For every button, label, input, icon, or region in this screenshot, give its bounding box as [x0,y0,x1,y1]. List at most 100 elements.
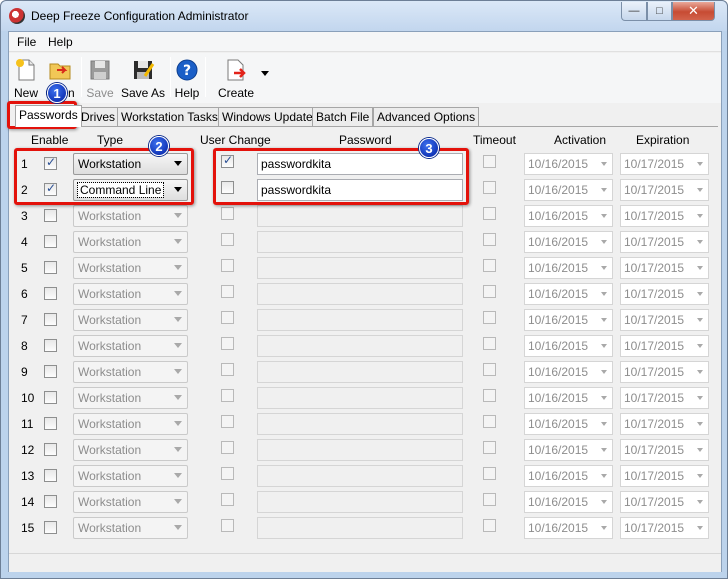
title-bar[interactable]: Deep Freeze Configuration Administrator … [1,1,727,31]
user-change-checkbox[interactable] [221,519,234,532]
type-dropdown[interactable]: Workstation [73,387,188,409]
timeout-checkbox[interactable] [483,337,496,350]
timeout-checkbox[interactable] [483,207,496,220]
password-field[interactable] [257,465,463,487]
expiration-date-picker[interactable]: 10/17/2015 [620,491,709,513]
activation-date-picker[interactable]: 10/16/2015 [524,439,613,461]
expiration-date-picker[interactable]: 10/17/2015 [620,465,709,487]
tab-windows-update[interactable]: Windows Update [218,107,317,126]
activation-date-picker[interactable]: 10/16/2015 [524,361,613,383]
password-field[interactable] [257,335,463,357]
user-change-checkbox[interactable] [221,259,234,272]
maximize-button[interactable]: □ [647,2,672,21]
activation-date-picker[interactable]: 10/16/2015 [524,205,613,227]
activation-date-picker[interactable]: 10/16/2015 [524,387,613,409]
type-dropdown[interactable]: Workstation [73,465,188,487]
password-field[interactable] [257,387,463,409]
type-dropdown[interactable]: Workstation [73,231,188,253]
user-change-checkbox[interactable] [221,363,234,376]
expiration-date-picker[interactable]: 10/17/2015 [620,335,709,357]
activation-date-picker[interactable]: 10/16/2015 [524,491,613,513]
save-button[interactable]: Save [85,56,115,100]
tab-advanced-options[interactable]: Advanced Options [373,107,480,126]
expiration-date-picker[interactable]: 10/17/2015 [620,309,709,331]
minimize-button[interactable]: — [621,2,647,21]
tab-batch-file[interactable]: Batch File [312,107,374,126]
type-dropdown[interactable]: Workstation [73,517,188,539]
user-change-checkbox[interactable] [221,285,234,298]
enable-checkbox[interactable] [44,261,57,274]
expiration-date-picker[interactable]: 10/17/2015 [620,361,709,383]
create-dropdown-arrow-icon[interactable] [261,71,269,76]
password-field[interactable] [257,491,463,513]
activation-date-picker[interactable]: 10/16/2015 [524,257,613,279]
enable-checkbox[interactable] [44,339,57,352]
activation-date-picker[interactable]: 10/16/2015 [524,335,613,357]
password-field[interactable] [257,439,463,461]
password-field[interactable] [257,231,463,253]
menu-help[interactable]: Help [48,35,73,49]
timeout-checkbox[interactable] [483,389,496,402]
user-change-checkbox[interactable] [221,337,234,350]
menu-file[interactable]: File [17,35,36,49]
activation-date-picker[interactable]: 10/16/2015 [524,153,613,175]
enable-checkbox[interactable] [44,417,57,430]
password-field[interactable] [257,517,463,539]
expiration-date-picker[interactable]: 10/17/2015 [620,205,709,227]
user-change-checkbox[interactable] [221,389,234,402]
user-change-checkbox[interactable] [221,493,234,506]
expiration-date-picker[interactable]: 10/17/2015 [620,283,709,305]
enable-checkbox[interactable] [44,521,57,534]
user-change-checkbox[interactable] [221,467,234,480]
type-dropdown[interactable]: Workstation [73,439,188,461]
expiration-date-picker[interactable]: 10/17/2015 [620,153,709,175]
password-field[interactable] [257,283,463,305]
new-button[interactable]: New [11,56,41,100]
password-field[interactable] [257,361,463,383]
enable-checkbox[interactable] [44,313,57,326]
user-change-checkbox[interactable] [221,415,234,428]
expiration-date-picker[interactable]: 10/17/2015 [620,231,709,253]
expiration-date-picker[interactable]: 10/17/2015 [620,439,709,461]
activation-date-picker[interactable]: 10/16/2015 [524,517,613,539]
password-field[interactable] [257,205,463,227]
tab-passwords[interactable]: Passwords [15,105,82,127]
expiration-date-picker[interactable]: 10/17/2015 [620,387,709,409]
timeout-checkbox[interactable] [483,519,496,532]
type-dropdown[interactable]: Workstation [73,283,188,305]
timeout-checkbox[interactable] [483,363,496,376]
type-dropdown[interactable]: Workstation [73,491,188,513]
tab-workstation-tasks[interactable]: Workstation Tasks [117,107,222,126]
create-button[interactable]: Create [217,56,255,100]
activation-date-picker[interactable]: 10/16/2015 [524,283,613,305]
expiration-date-picker[interactable]: 10/17/2015 [620,413,709,435]
user-change-checkbox[interactable] [221,233,234,246]
save-as-button[interactable]: Save As [120,56,166,100]
user-change-checkbox[interactable] [221,207,234,220]
user-change-checkbox[interactable] [221,441,234,454]
enable-checkbox[interactable] [44,391,57,404]
enable-checkbox[interactable] [44,235,57,248]
type-dropdown[interactable]: Workstation [73,413,188,435]
password-field[interactable] [257,413,463,435]
tab-drives[interactable]: Drives [77,107,120,126]
enable-checkbox[interactable] [44,209,57,222]
activation-date-picker[interactable]: 10/16/2015 [524,179,613,201]
timeout-checkbox[interactable] [483,311,496,324]
timeout-checkbox[interactable] [483,467,496,480]
activation-date-picker[interactable]: 10/16/2015 [524,231,613,253]
timeout-checkbox[interactable] [483,233,496,246]
timeout-checkbox[interactable] [483,415,496,428]
timeout-checkbox[interactable] [483,285,496,298]
activation-date-picker[interactable]: 10/16/2015 [524,465,613,487]
user-change-checkbox[interactable] [221,311,234,324]
enable-checkbox[interactable] [44,469,57,482]
enable-checkbox[interactable] [44,443,57,456]
timeout-checkbox[interactable] [483,441,496,454]
timeout-checkbox[interactable] [483,155,496,168]
password-field[interactable] [257,257,463,279]
enable-checkbox[interactable] [44,287,57,300]
expiration-date-picker[interactable]: 10/17/2015 [620,257,709,279]
timeout-checkbox[interactable] [483,493,496,506]
activation-date-picker[interactable]: 10/16/2015 [524,413,613,435]
